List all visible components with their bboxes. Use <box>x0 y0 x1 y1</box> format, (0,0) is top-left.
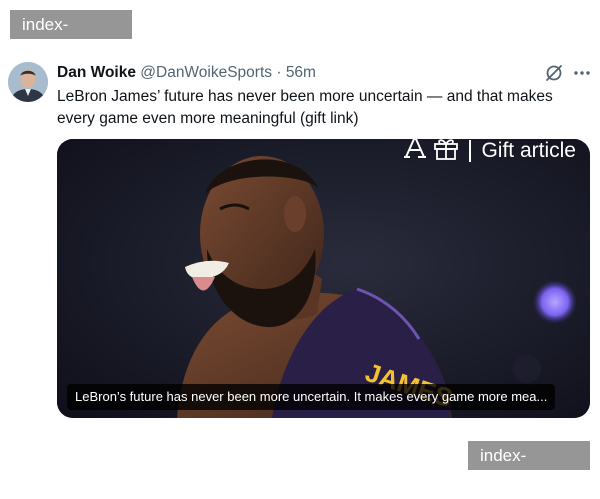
avatar[interactable] <box>8 62 48 102</box>
tweet-header: Dan Woike @DanWoikeSports · 56m <box>57 62 316 84</box>
gift-article-badge[interactable]: Gift article <box>403 139 576 163</box>
gift-article-label: Gift article <box>481 139 576 162</box>
link-card[interactable]: JAMES <box>57 139 590 418</box>
article-photo: JAMES <box>57 139 590 418</box>
publication-logo-icon <box>403 139 427 166</box>
author-handle[interactable]: @DanWoikeSports <box>140 64 272 81</box>
card-caption: LeBron’s future has never been more unce… <box>67 384 556 410</box>
tweet-timestamp[interactable]: 56m <box>286 64 316 81</box>
header-separator: · <box>276 64 282 81</box>
badge-divider <box>469 140 472 162</box>
grok-icon[interactable] <box>542 62 566 84</box>
author-name[interactable]: Dan Woike <box>57 64 136 81</box>
watermark-top: index-k8.com <box>10 10 132 63</box>
watermark-bottom: index-k8.com <box>468 441 590 494</box>
tweet-text: LeBron James’ future has never been more… <box>57 88 553 127</box>
more-options-icon[interactable] <box>570 62 594 84</box>
gift-icon <box>433 139 459 166</box>
